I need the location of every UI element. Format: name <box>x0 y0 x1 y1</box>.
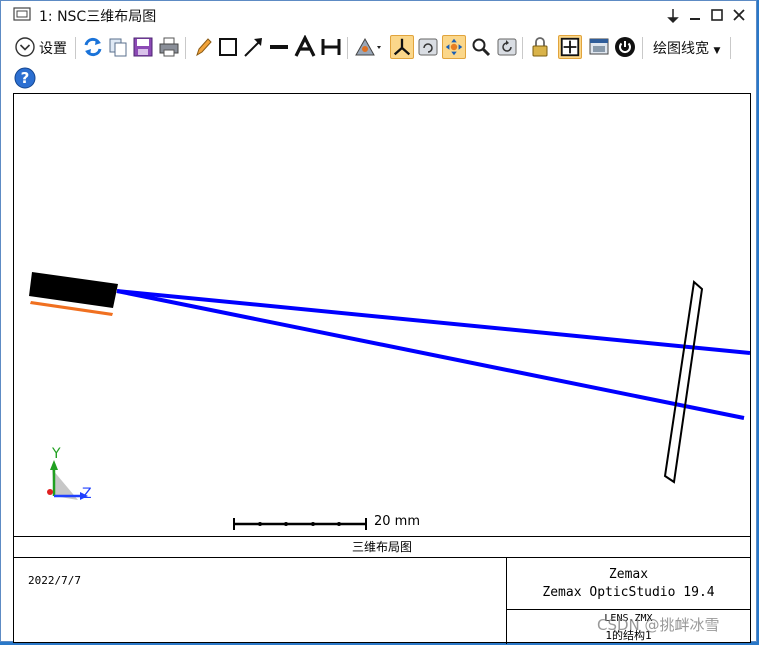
toolbar-divider <box>522 37 523 59</box>
ray-2 <box>116 289 745 420</box>
help-icon[interactable]: ? <box>13 66 37 90</box>
axis-y-label: Y <box>51 446 61 462</box>
save-icon[interactable] <box>131 35 155 59</box>
axis-z-label: Z <box>82 486 92 502</box>
toolbar: 设置 绘图线宽 ▼ <box>1 31 756 65</box>
chevron-down-icon: ▼ <box>713 46 721 56</box>
annotate-icon[interactable] <box>353 35 383 59</box>
scale-bar <box>233 518 367 530</box>
scale-bar-label: 20 mm <box>374 514 421 529</box>
lock-icon[interactable] <box>528 35 552 59</box>
text-icon[interactable] <box>293 35 317 59</box>
line-icon[interactable] <box>267 35 291 59</box>
arrow-icon[interactable] <box>241 35 265 59</box>
minimize-icon[interactable] <box>685 5 705 25</box>
software-version: Zemax OpticStudio 19.4 <box>542 585 715 600</box>
line-width-label: 绘图线宽 <box>653 41 709 57</box>
plot-title: 三维布局图 <box>14 536 750 558</box>
window-title: 1: NSC三维布局图 <box>39 9 157 25</box>
power-icon[interactable] <box>613 35 637 59</box>
copy-icon[interactable] <box>106 35 130 59</box>
line-width-dropdown[interactable]: 绘图线宽 ▼ <box>653 38 720 58</box>
axes-icon[interactable] <box>390 35 414 59</box>
toolbar-divider <box>185 37 186 59</box>
toolbar-divider <box>347 37 348 59</box>
close-icon[interactable] <box>729 5 749 25</box>
rotate-icon[interactable] <box>416 35 440 59</box>
rectangle-icon[interactable] <box>216 35 240 59</box>
pan-icon[interactable] <box>442 35 466 59</box>
window-icon <box>13 7 31 21</box>
window-icon[interactable] <box>587 35 611 59</box>
layout-plot-area[interactable]: Y Z 20 mm 三维布局图 2022/7/7 Zemax Zemax Opt… <box>13 93 751 644</box>
toolbar-divider <box>730 37 731 59</box>
maximize-icon[interactable] <box>707 5 727 25</box>
toolbar-divider <box>642 37 643 59</box>
brand-name: Zemax <box>608 567 649 582</box>
fit-icon[interactable] <box>558 35 582 59</box>
pencil-icon[interactable] <box>191 35 215 59</box>
dimension-icon[interactable] <box>319 35 343 59</box>
title-bar[interactable]: 1: NSC三维布局图 <box>1 1 756 29</box>
layout-3d-canvas: Y Z <box>29 272 750 530</box>
reset-view-icon[interactable] <box>495 35 519 59</box>
print-icon[interactable] <box>157 35 181 59</box>
light-source <box>29 272 118 316</box>
zoom-icon[interactable] <box>469 35 493 59</box>
footer-info-left: 2022/7/7 <box>14 557 507 644</box>
ray-1 <box>116 289 750 355</box>
axis-triad: Y Z <box>47 446 92 502</box>
toolbar-divider <box>75 37 76 59</box>
layout-window: 1: NSC三维布局图 设置 绘图线宽 ▼ ? Y Z 20 mm 三维布局图 … <box>0 0 757 644</box>
svg-text:?: ? <box>21 69 30 87</box>
settings-button[interactable]: 设置 <box>39 38 67 58</box>
date-text: 2022/7/7 <box>28 574 81 587</box>
watermark: CSDN @挑衅冰雪 <box>597 616 720 634</box>
toolbar-row-2: ? <box>1 65 756 91</box>
chevron-down-icon[interactable] <box>13 35 37 59</box>
pin-icon[interactable] <box>663 5 683 25</box>
detector-plate <box>663 280 704 484</box>
refresh-icon[interactable] <box>81 35 105 59</box>
